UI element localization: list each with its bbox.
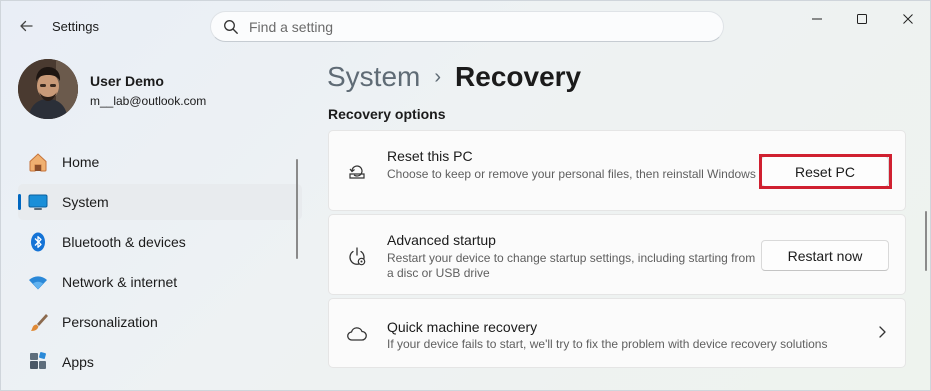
close-icon [903,14,913,24]
card-title: Reset this PC [387,148,473,164]
chevron-right-icon [874,324,890,340]
sidebar-item-label: System [62,194,109,210]
sidebar-nav: Home System Bluetooth & devices Network … [18,144,302,384]
quick-machine-recovery-card[interactable]: Quick machine recovery If your device fa… [328,298,906,368]
page-title: Recovery [455,61,582,92]
avatar[interactable] [18,59,78,119]
sidebar-item-label: Bluetooth & devices [62,234,186,250]
reset-this-pc-card: Reset this PC Choose to keep or remove y… [328,130,906,211]
sidebar-item-label: Personalization [62,314,158,330]
chevron-right-icon: › [434,65,442,88]
sidebar-scrollbar[interactable] [296,159,298,259]
reset-pc-icon [345,159,369,183]
maximize-icon [857,14,867,24]
home-icon [27,151,49,173]
restart-now-button[interactable]: Restart now [761,240,889,271]
card-description: Choose to keep or remove your personal f… [387,167,756,181]
minimize-button[interactable] [794,6,840,32]
sidebar-item-personalization[interactable]: Personalization [18,304,302,340]
sidebar-item-home[interactable]: Home [18,144,302,180]
cloud-icon [345,322,369,346]
bluetooth-icon [27,231,49,253]
close-button[interactable] [885,6,931,32]
reset-pc-button[interactable]: Reset PC [761,156,889,187]
back-arrow-icon [20,20,33,32]
wifi-icon [27,271,49,293]
search-input[interactable] [249,18,689,35]
title-bar: Settings [1,1,931,51]
main-scrollbar[interactable] [925,211,927,271]
card-description: Restart your device to change startup se… [387,251,756,280]
minimize-icon [812,18,822,20]
card-title: Advanced startup [387,232,496,248]
search-box[interactable] [210,11,724,42]
back-button[interactable] [13,13,39,39]
sidebar-item-system[interactable]: System [18,184,302,220]
system-icon [27,191,49,213]
sidebar-item-network[interactable]: Network & internet [18,264,302,300]
breadcrumb-parent[interactable]: System [327,61,420,93]
section-title: Recovery options [328,106,446,122]
search-icon [223,19,239,35]
brush-icon [27,311,49,333]
sidebar-item-label: Apps [62,354,94,370]
advanced-startup-icon [345,245,369,269]
maximize-button[interactable] [839,6,885,32]
breadcrumb: System › Recovery [327,61,581,93]
sidebar-item-label: Network & internet [62,274,178,290]
avatar-portrait-icon [18,59,78,119]
apps-icon [27,351,49,373]
sidebar-item-label: Home [62,154,100,170]
card-description: If your device fails to start, we'll try… [387,337,828,351]
sidebar-item-bluetooth[interactable]: Bluetooth & devices [18,224,302,260]
sidebar-item-apps[interactable]: Apps [18,344,302,380]
user-email: m__lab@outlook.com [90,94,207,108]
user-name: User Demo [90,73,164,89]
advanced-startup-card: Advanced startup Restart your device to … [328,214,906,295]
card-title: Quick machine recovery [387,319,538,335]
app-title: Settings [52,19,99,34]
